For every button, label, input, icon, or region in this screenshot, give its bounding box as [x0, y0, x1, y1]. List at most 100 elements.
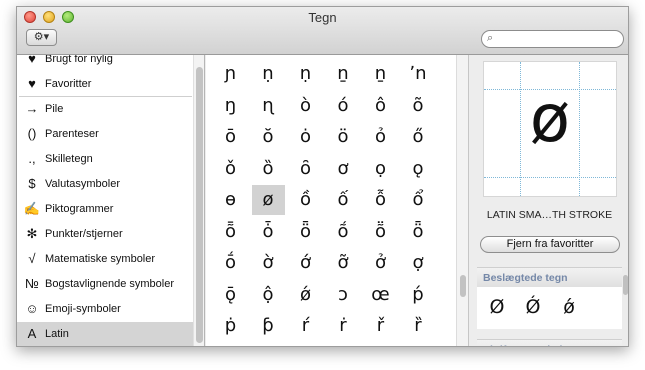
character-cell[interactable]: ȯ	[289, 122, 322, 152]
search-field[interactable]: ⌕	[481, 30, 624, 48]
character-cell[interactable]: ȏ	[289, 154, 322, 184]
arrow-icon: →	[25, 101, 39, 116]
character-cell[interactable]: ô	[364, 91, 397, 121]
character-cell[interactable]: ř	[364, 311, 397, 341]
character-cell[interactable]: ṗ	[214, 311, 247, 341]
related-character[interactable]: ǿ	[553, 289, 585, 325]
pictograph-icon: ✍	[23, 201, 41, 216]
gear-menu-button[interactable]: ⚙▾	[26, 29, 57, 46]
latin-a-icon: A	[27, 326, 37, 341]
character-cell[interactable]: ȫ	[402, 217, 435, 247]
character-cell[interactable]: ṍ	[327, 217, 360, 247]
character-cell[interactable]: ố	[327, 185, 360, 215]
character-cell[interactable]: ő	[402, 122, 435, 152]
character-grid: ɲ ṇ ṇ ṉ ṉ ʼn ŋ ɳ ò ó ô õ ō ŏ ȯ ö ỏ ő ǒ ȍ ȏ ơ ọ ǫ ɵ ø ồ ố ỗ ổ ȭ ȱ ȫ ṍ ṏ ȫ ṓ ờ ớ…	[206, 55, 456, 346]
sidebar-item[interactable]: → Pile	[17, 97, 193, 121]
character-cell[interactable]: ȍ	[252, 154, 285, 184]
character-cell[interactable]: ǭ	[214, 280, 247, 310]
character-cell[interactable]: ṙ	[327, 311, 360, 341]
character-cell[interactable]: ṓ	[214, 248, 247, 278]
parentheses-icon: ()	[27, 126, 37, 141]
font-variation-header[interactable]: Skrifttypevariation	[477, 339, 622, 346]
sidebar-item[interactable]: № Bogstavlignende symboler	[17, 272, 193, 296]
sidebar-item-label: Matematiske symboler	[45, 253, 156, 265]
character-cell[interactable]: ƥ	[252, 311, 285, 341]
asterisk-icon: ✻	[26, 226, 38, 241]
character-cell[interactable]: ồ	[289, 185, 322, 215]
character-cell[interactable]: ȫ	[289, 217, 322, 247]
related-character[interactable]: Ø	[481, 289, 513, 325]
sidebar-item[interactable]: ., Skilletegn	[17, 147, 193, 171]
character-cell[interactable]: ờ	[252, 248, 285, 278]
character-cell[interactable]: ɵ	[214, 185, 247, 215]
character-cell[interactable]: ʼn	[402, 59, 435, 89]
character-cell[interactable]: ȭ	[214, 217, 247, 247]
character-cell[interactable]: ṏ	[364, 217, 397, 247]
square-root-icon: √	[28, 251, 36, 266]
character-cell[interactable]: ṕ	[402, 280, 435, 310]
character-cell[interactable]: ǫ	[402, 154, 435, 184]
remove-from-favorites-button[interactable]: Fjern fra favoritter	[480, 236, 620, 253]
character-cell[interactable]: ö	[327, 122, 360, 152]
character-cell[interactable]: ộ	[252, 280, 285, 310]
character-cell[interactable]: ớ	[289, 248, 322, 278]
inspector-scroll-thumb[interactable]	[623, 275, 628, 295]
character-cell[interactable]: ǒ	[214, 154, 247, 184]
character-cell[interactable]: ở	[364, 248, 397, 278]
search-icon: ⌕	[487, 32, 494, 44]
sidebar-item[interactable]: A Latin	[17, 322, 193, 346]
character-cell[interactable]: ó	[327, 91, 360, 121]
baseline-guide	[484, 177, 616, 178]
related-character[interactable]: Ǿ	[517, 289, 549, 325]
character-cell[interactable]: ò	[289, 91, 322, 121]
sidebar-item[interactable]: √ Matematiske symboler	[17, 247, 193, 271]
character-cell[interactable]: ŏ	[252, 122, 285, 152]
character-cell[interactable]: ṉ	[327, 59, 360, 89]
sidebar-item-label: Valutasymboler	[45, 178, 120, 190]
sidebar-scroll-thumb[interactable]	[196, 67, 203, 343]
character-cell[interactable]: ȑ	[402, 311, 435, 341]
smiley-icon: ☺	[25, 301, 39, 316]
sidebar-item[interactable]: ☺ Emoji-symboler	[17, 297, 193, 321]
selected-character-cell[interactable]: ø	[251, 185, 285, 215]
character-cell[interactable]: ɳ	[252, 91, 285, 121]
character-cell[interactable]: ṇ	[252, 59, 285, 89]
sidebar-item[interactable]: () Parenteser	[17, 122, 193, 146]
preview-glyph: ø	[529, 80, 571, 157]
sidebar-item[interactable]: ♥ Favoritter	[17, 72, 193, 96]
sidebar-item[interactable]: ✍ Piktogrammer	[17, 197, 193, 221]
character-cell[interactable]: ỡ	[327, 248, 360, 278]
character-cell[interactable]: ṉ	[364, 59, 397, 89]
character-cell[interactable]: ɔ	[327, 280, 360, 310]
character-cell[interactable]: ỏ	[364, 122, 397, 152]
character-name: LATIN SMA…TH STROKE	[486, 209, 613, 221]
sidebar-item[interactable]: ✻ Punkter/stjerner	[17, 222, 193, 246]
character-cell[interactable]: œ	[364, 280, 397, 310]
character-cell[interactable]: ṇ	[289, 59, 322, 89]
related-characters-row: ØǾǿ	[477, 287, 622, 329]
sidebar-item-label: Latin	[45, 328, 69, 340]
character-cell[interactable]: ǿ	[289, 280, 322, 310]
related-characters-header[interactable]: Beslægtede tegn	[477, 267, 622, 287]
character-cell[interactable]: ổ	[402, 185, 435, 215]
character-cell[interactable]: ō	[214, 122, 247, 152]
window-title: Tegn	[308, 10, 337, 25]
character-cell[interactable]: ŋ	[214, 91, 247, 121]
character-cell[interactable]: ỗ	[364, 185, 397, 215]
character-cell[interactable]: ȱ	[252, 217, 285, 247]
sidebar-item-label: Emoji-symboler	[45, 303, 121, 315]
character-cell[interactable]: ợ	[402, 248, 435, 278]
grid-scroll-thumb[interactable]	[460, 275, 466, 297]
sidebar-scrollbar[interactable]	[193, 55, 204, 346]
character-cell[interactable]: õ	[402, 91, 435, 121]
inspector-scrollbar[interactable]	[622, 267, 628, 346]
character-viewer-window: Tegn ⚙▾ ⌕ ♥ Brugt for nylig ♥ Favoritter → Pi…	[16, 6, 629, 347]
character-cell[interactable]: ɲ	[214, 59, 247, 89]
character-cell[interactable]: ŕ	[289, 311, 322, 341]
character-cell[interactable]: ơ	[327, 154, 360, 184]
heart-icon: ♥	[28, 76, 36, 91]
sidebar-item[interactable]: $ Valutasymboler	[17, 172, 193, 196]
sidebar-item[interactable]: ♥ Brugt for nylig	[17, 55, 193, 71]
grid-scrollbar[interactable]	[456, 55, 469, 346]
character-cell[interactable]: ọ	[364, 154, 397, 184]
